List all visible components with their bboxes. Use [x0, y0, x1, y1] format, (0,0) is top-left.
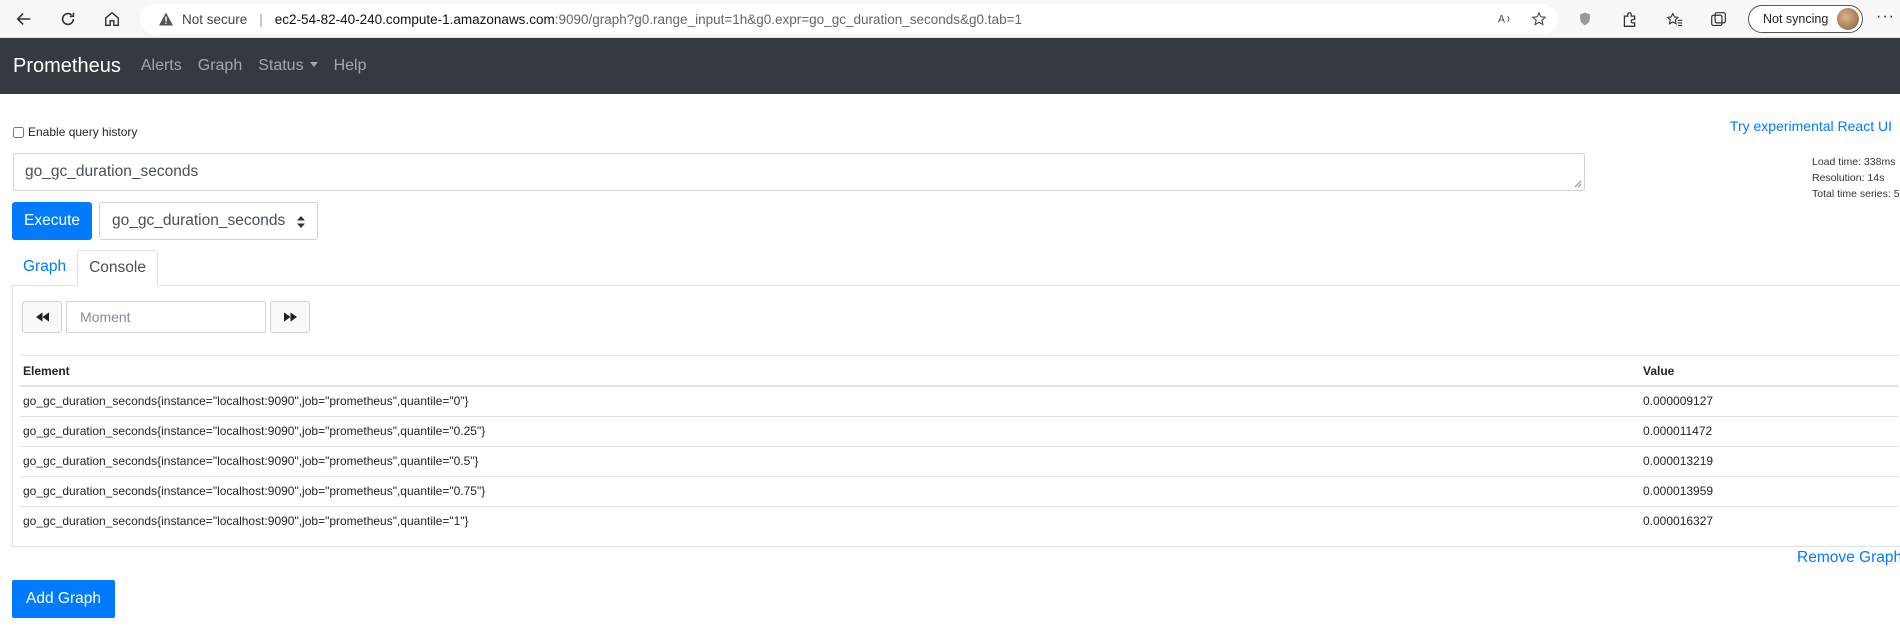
nav-help[interactable]: Help [334, 57, 367, 75]
avatar [1837, 8, 1859, 30]
fast-forward-icon [283, 312, 297, 322]
nav-status-label: Status [258, 57, 304, 74]
tab-graph[interactable]: Graph [12, 250, 77, 286]
refresh-icon[interactable] [55, 7, 81, 31]
url-path: :9090/graph?g0.range_input=1h&g0.expr=go… [554, 11, 1022, 27]
nav-alerts[interactable]: Alerts [141, 57, 182, 75]
table-row: go_gc_duration_seconds{instance="localho… [20, 386, 1898, 417]
read-aloud-icon[interactable]: A [1496, 10, 1514, 28]
select-arrows-icon [297, 216, 305, 228]
url-host: ec2-54-82-40-240.compute-1.amazonaws.com [274, 11, 555, 27]
expression-text: go_gc_duration_seconds [25, 163, 199, 180]
rewind-icon [35, 312, 49, 322]
brand-logo[interactable]: Prometheus [13, 55, 121, 78]
add-graph-button[interactable]: Add Graph [12, 580, 115, 618]
table-row: go_gc_duration_seconds{instance="localho… [20, 416, 1898, 447]
not-secure-label: Not secure [182, 11, 248, 27]
tab-console[interactable]: Console [77, 250, 158, 286]
warning-icon [159, 12, 173, 26]
shield-icon[interactable] [1575, 9, 1595, 29]
collections-icon[interactable] [1708, 9, 1728, 29]
table-row: go_gc_duration_seconds{instance="localho… [20, 446, 1898, 477]
row-element: go_gc_duration_seconds{instance="localho… [20, 476, 1640, 507]
favorites-icon[interactable] [1664, 9, 1684, 29]
execute-button[interactable]: Execute [12, 202, 92, 240]
expression-input[interactable]: go_gc_duration_seconds [13, 153, 1585, 191]
query-history-toggle[interactable]: Enable query history [13, 125, 137, 139]
column-header-value: Value [1640, 356, 1898, 387]
row-value: 0.000013959 [1640, 476, 1898, 507]
row-element: go_gc_duration_seconds{instance="localho… [23, 514, 469, 529]
total-series-stat: Total time series: 5 [1812, 188, 1900, 200]
row-element: go_gc_duration_seconds{instance="localho… [20, 386, 1640, 417]
query-stats: Load time: 338ms Resolution: 14s Total t… [1812, 154, 1900, 202]
load-time-stat: Load time: 338ms [1812, 156, 1896, 168]
more-options-icon[interactable]: ··· [1876, 8, 1895, 26]
nav-status-dropdown[interactable]: Status [258, 57, 318, 75]
column-header-element: Element [20, 356, 1640, 387]
svg-text:A: A [1498, 14, 1506, 26]
row-element: go_gc_duration_seconds{instance="localho… [20, 446, 1640, 477]
metric-select-value: go_gc_duration_seconds [112, 212, 286, 229]
top-navbar: Prometheus Alerts Graph Status Help [0, 38, 1900, 94]
query-history-checkbox[interactable] [13, 126, 24, 138]
query-history-label: Enable query history [28, 125, 138, 139]
resolution-stat: Resolution: 14s [1812, 172, 1885, 184]
table-row: go_gc_duration_seconds{instance="localho… [20, 476, 1898, 507]
view-tabs: Graph Console [12, 250, 158, 286]
row-value: 0.000013219 [1640, 446, 1898, 477]
row-value: 0.000009127 [1640, 386, 1898, 417]
sync-status-label: Not syncing [1763, 12, 1829, 26]
remove-graph-link[interactable]: Remove Graph [1797, 549, 1900, 567]
row-element: go_gc_duration_seconds{instance="localho… [20, 416, 1640, 447]
nav-graph[interactable]: Graph [198, 57, 242, 75]
results-table: Element Value go_gc_duration_seconds{ins… [20, 356, 1898, 536]
caret-down-icon [309, 62, 318, 67]
home-icon[interactable] [99, 7, 125, 31]
address-bar[interactable]: Not secure | ec2-54-82-40-240.compute-1.… [140, 4, 1558, 34]
row-value: 0.000011472 [1640, 416, 1898, 447]
favorite-add-icon[interactable] [1530, 10, 1548, 28]
browser-toolbar: Not secure | ec2-54-82-40-240.compute-1.… [0, 0, 1900, 38]
back-icon[interactable] [11, 7, 37, 31]
profile-sync-button[interactable]: Not syncing [1748, 5, 1863, 33]
metric-select[interactable]: go_gc_duration_seconds [99, 202, 318, 240]
table-header-row: Element Value [20, 356, 1898, 387]
resize-handle-icon[interactable] [1574, 180, 1582, 188]
step-forward-button[interactable] [270, 301, 310, 333]
row-value: 0.000016327 [1643, 514, 1714, 529]
step-back-button[interactable] [22, 301, 62, 333]
address-separator: | [259, 11, 263, 27]
extensions-icon[interactable] [1619, 9, 1639, 29]
react-ui-link[interactable]: Try experimental React UI [1730, 118, 1892, 134]
table-row: go_gc_duration_seconds{instance="localho… [20, 506, 1898, 536]
moment-input[interactable]: Moment [66, 301, 266, 333]
